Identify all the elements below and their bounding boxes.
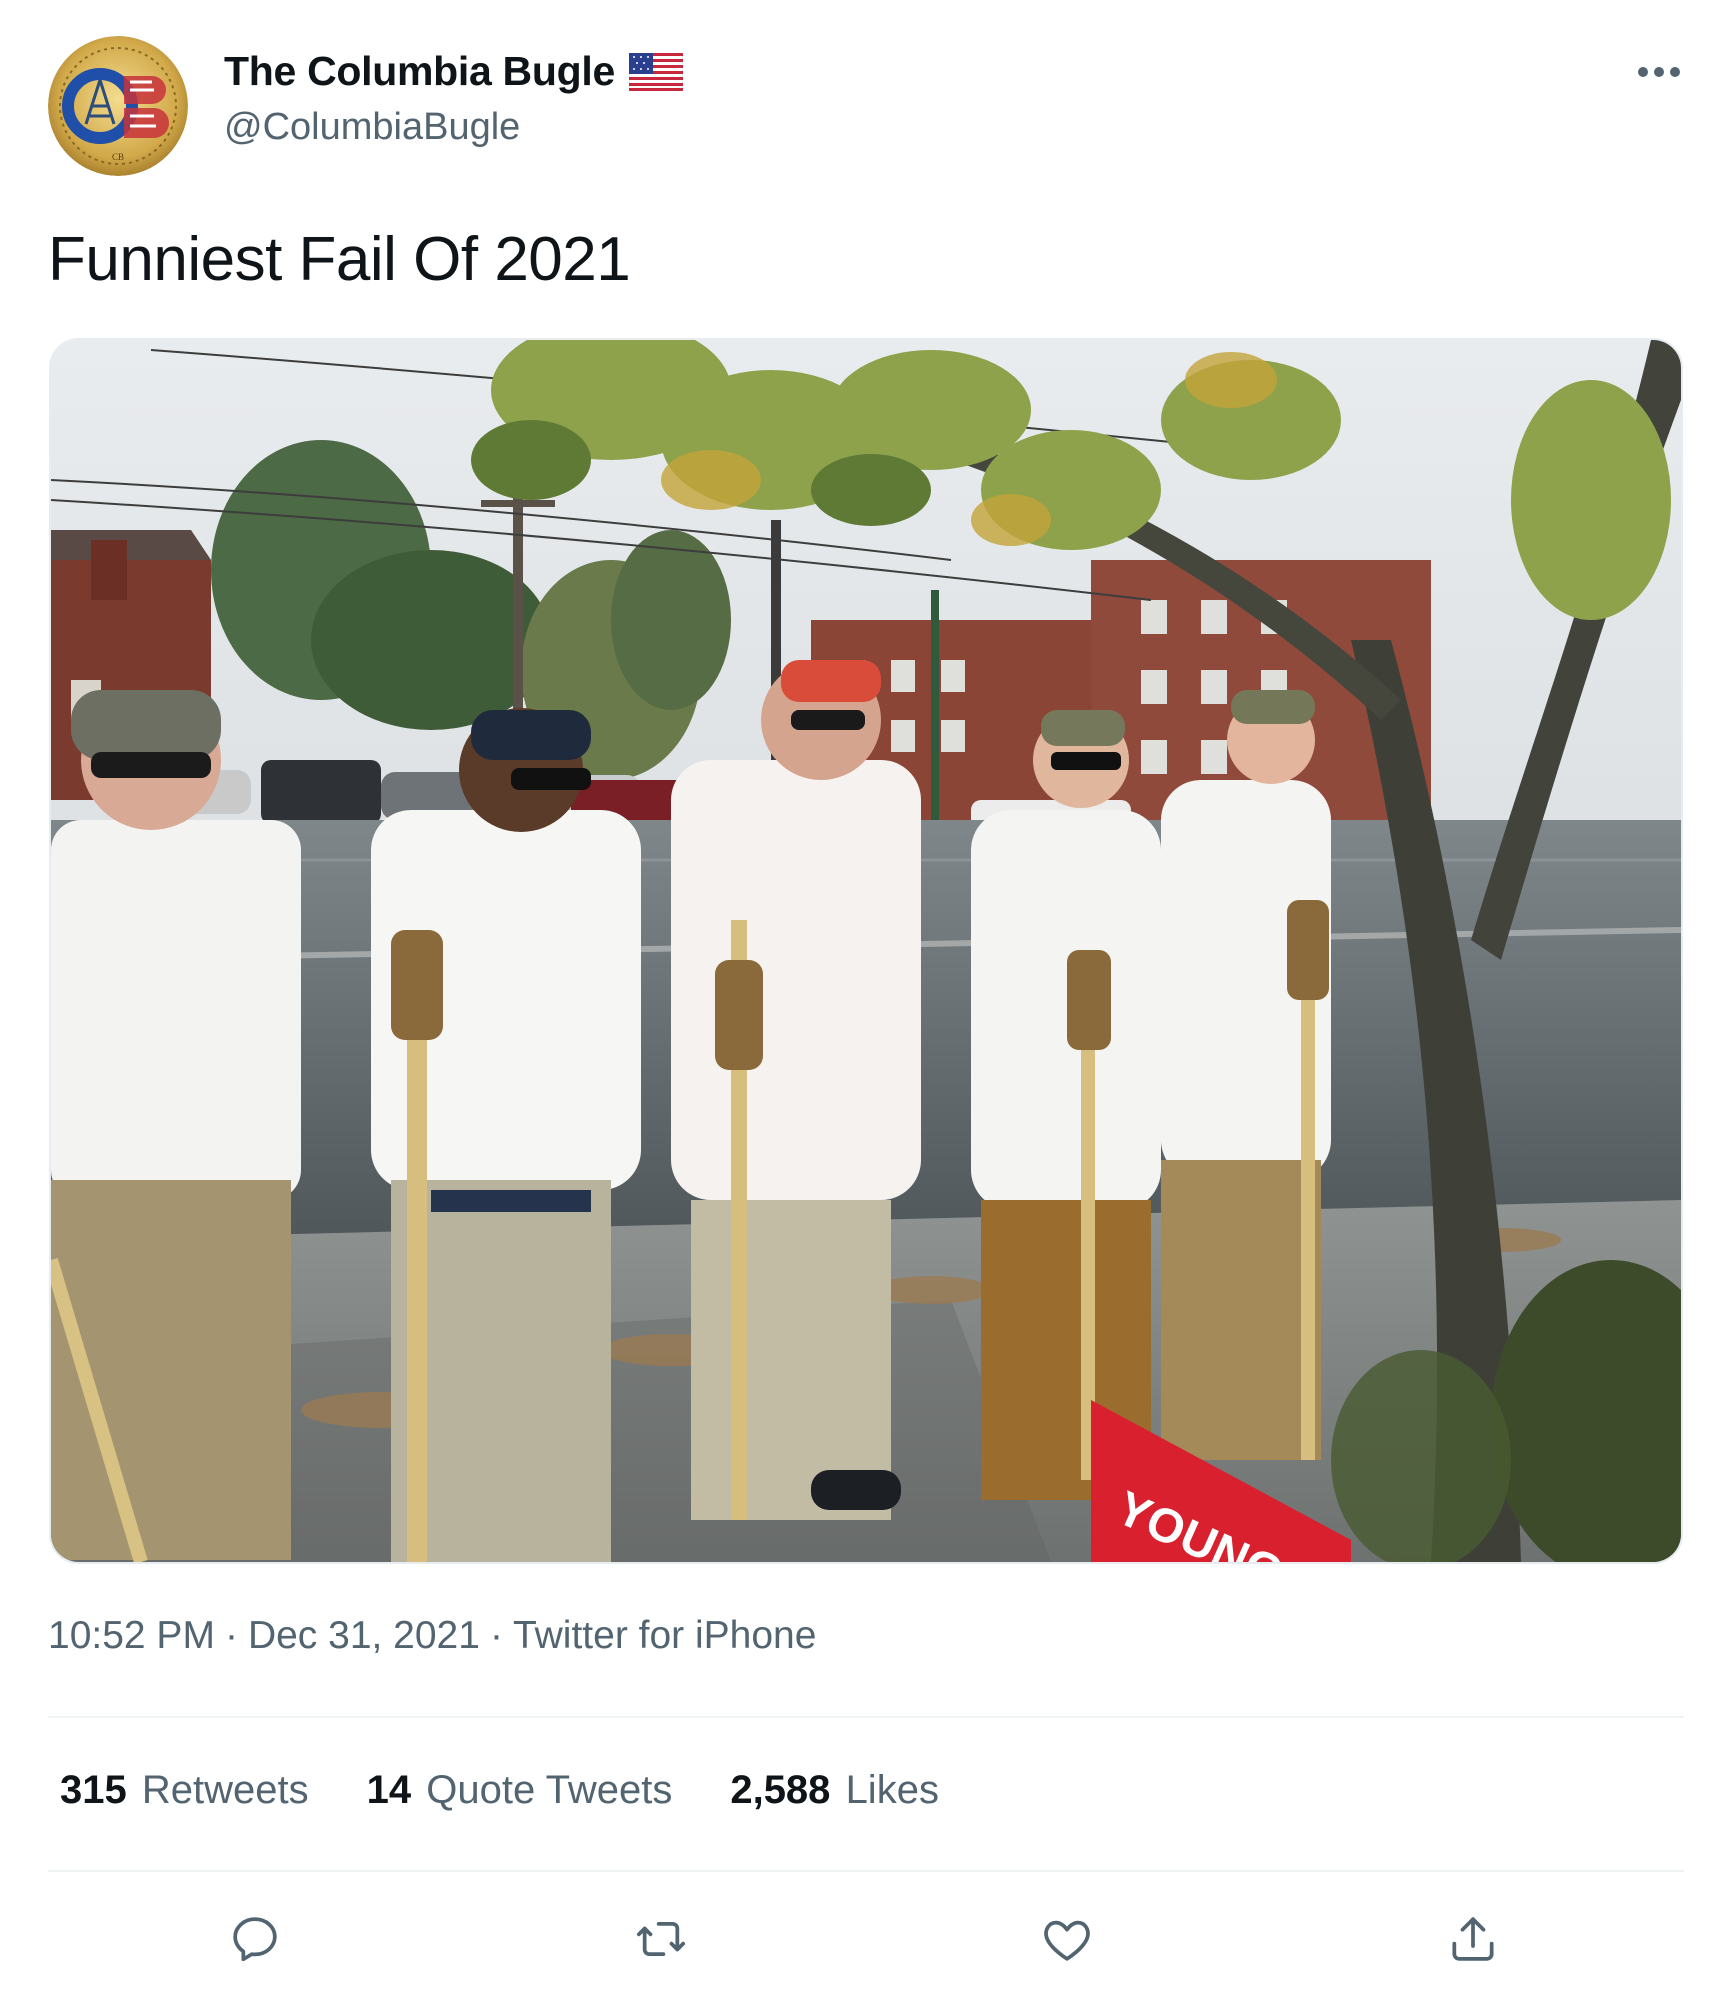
like-button[interactable] [1036, 1908, 1098, 1970]
tweet-date[interactable]: Dec 31, 2021 [248, 1614, 480, 1657]
retweets-label: Retweets [141, 1768, 309, 1812]
likes-count: 2,588 [730, 1768, 831, 1812]
author-name[interactable]: The Columbia Bugle [224, 48, 615, 95]
reply-icon [233, 1917, 277, 1962]
columbia-bugle-logo: CB [48, 36, 188, 176]
more-dots-icon [1638, 67, 1680, 77]
tweet-stats: 315 Retweets 14 Quote Tweets 2,588 Likes [60, 1768, 939, 1813]
share-button[interactable] [1442, 1908, 1504, 1970]
person-4 [971, 710, 1161, 1500]
tweet-photo[interactable]: YOUNG [49, 338, 1683, 1564]
avatar-text: CB [112, 152, 124, 162]
person-3 [671, 660, 921, 1520]
tweet-meta: 10:52 PM · Dec 31, 2021 · Twitter for iPhone [48, 1614, 816, 1658]
quote-tweets-label: Quote Tweets [426, 1768, 673, 1812]
likes-stat[interactable]: 2,588 Likes [730, 1768, 939, 1813]
quote-tweets-count: 14 [366, 1768, 412, 1812]
photo-scene: YOUNG [51, 340, 1681, 1562]
retweet-button[interactable] [630, 1908, 692, 1970]
quote-tweets-stat[interactable]: 14 Quote Tweets [367, 1768, 673, 1813]
share-icon [1452, 1917, 1494, 1961]
tweet-time[interactable]: 10:52 PM [48, 1614, 215, 1657]
meta-separator: · [489, 1614, 503, 1657]
author-avatar[interactable]: CB [48, 36, 188, 176]
tweet-source[interactable]: Twitter for iPhone [513, 1614, 816, 1657]
retweets-stat[interactable]: 315 Retweets [60, 1768, 309, 1813]
retweet-icon [636, 1921, 686, 1957]
divider [48, 1716, 1684, 1718]
retweets-count: 315 [60, 1768, 127, 1812]
person-2 [371, 708, 641, 1562]
us-flag-icon [628, 52, 684, 91]
person-5 [1161, 690, 1331, 1460]
more-options-button[interactable] [1630, 52, 1688, 92]
author-handle[interactable]: @ColumbiaBugle [224, 106, 520, 149]
likes-label: Likes [845, 1768, 939, 1812]
divider [48, 1870, 1684, 1872]
meta-separator: · [224, 1614, 238, 1657]
reply-button[interactable] [224, 1908, 286, 1970]
tweet-detail: CB The Columbia Bugle @ColumbiaBugle Fun… [0, 0, 1730, 2003]
like-icon [1044, 1920, 1090, 1961]
tweet-text: Funniest Fail Of 2021 [48, 225, 631, 294]
person-1 [51, 690, 301, 1562]
